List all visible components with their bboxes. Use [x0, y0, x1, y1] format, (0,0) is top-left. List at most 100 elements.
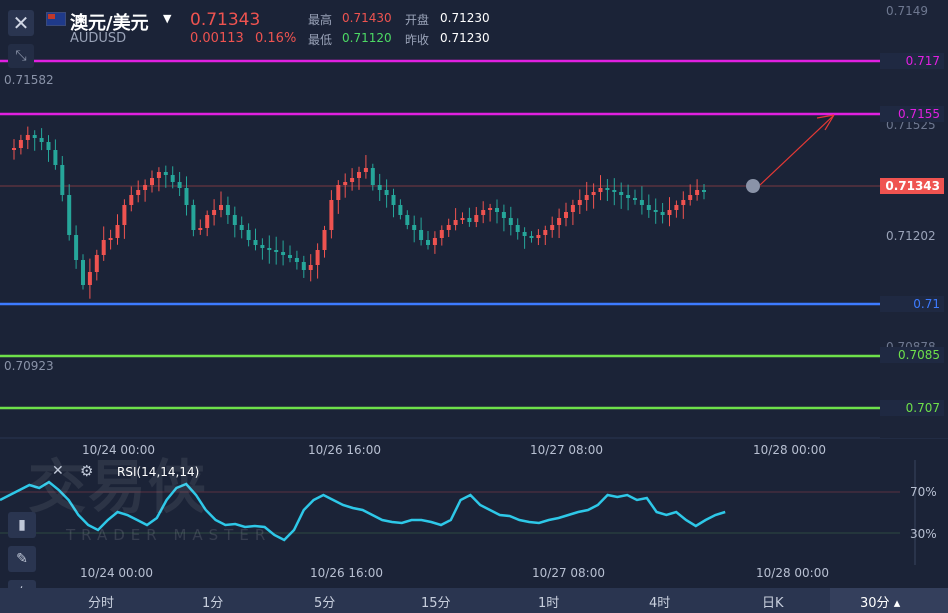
tf-5min[interactable]: 5分	[314, 592, 335, 611]
candle-body	[336, 185, 341, 200]
candle-body	[205, 215, 210, 228]
candle-body	[350, 178, 355, 182]
candle-body	[308, 265, 313, 270]
prev-close-label: 昨收	[405, 33, 430, 47]
candle-body	[150, 178, 154, 185]
tf-daily[interactable]: 日K	[762, 592, 784, 611]
candle-body	[550, 225, 555, 230]
candle-body	[384, 190, 389, 195]
current-price-tag: 0.71343	[880, 178, 944, 194]
candle-body	[398, 205, 403, 215]
candle-body	[370, 168, 375, 185]
price-tick-left: 0.70923	[4, 359, 54, 373]
rsi-time-label: 10/27 08:00	[532, 566, 605, 580]
last-price: 0.71343	[190, 10, 261, 30]
candle-body	[212, 210, 217, 215]
candle-body	[184, 188, 189, 205]
candle-body	[363, 168, 368, 172]
candle-body	[32, 135, 37, 138]
low-value: 0.71120	[342, 31, 392, 45]
candle-body	[115, 225, 120, 238]
candle-body	[619, 192, 624, 195]
candle-body	[108, 238, 113, 240]
candle-body	[74, 235, 79, 260]
tf-1h[interactable]: 1时	[538, 592, 559, 611]
time-axis-label: 10/27 08:00	[530, 443, 603, 457]
close-icon[interactable]: ✕	[8, 10, 34, 36]
candle-body	[67, 195, 72, 235]
line-label-07085[interactable]: 0.7085	[880, 347, 944, 363]
candle-body	[87, 272, 92, 285]
close-indicator-icon[interactable]: ✕	[52, 463, 64, 479]
line-label-07155[interactable]: 0.7155	[880, 106, 944, 122]
tf-15min[interactable]: 15分	[421, 592, 451, 611]
time-axis-label: 10/24 00:00	[82, 443, 155, 457]
candle-body	[570, 205, 575, 212]
high-value: 0.71430	[342, 11, 392, 25]
price-change-percent: 0.16%	[255, 31, 297, 46]
rsi-time-label: 10/24 00:00	[80, 566, 153, 580]
candle-body	[674, 205, 679, 210]
candle-body	[426, 240, 430, 245]
candle-body	[239, 225, 244, 230]
candle-body	[136, 190, 141, 195]
candle-body	[46, 142, 51, 150]
indicator-icon[interactable]: ▮	[8, 512, 36, 538]
candle-body	[301, 262, 306, 270]
prev-close-value: 0.71230	[440, 31, 490, 45]
tf-4h[interactable]: 4时	[649, 592, 670, 611]
candle-body	[156, 172, 161, 178]
time-axis-label: 10/26 16:00	[308, 443, 381, 457]
pencil-icon[interactable]: ✎	[8, 546, 36, 572]
candle-body	[612, 190, 617, 192]
candle-body	[488, 208, 493, 210]
candle-body	[660, 212, 665, 215]
candle-body	[315, 250, 320, 265]
candle-body	[191, 205, 196, 230]
chevron-down-icon[interactable]: ▼	[163, 12, 171, 25]
tf-30min[interactable]: 30分 ▴	[860, 592, 900, 611]
price-axis-tick: 0.71202	[886, 229, 936, 243]
line-label-0707[interactable]: 0.707	[880, 400, 944, 416]
candle-body	[653, 210, 658, 212]
candle-body	[591, 192, 596, 195]
candle-body	[246, 230, 251, 240]
candle-body	[405, 215, 410, 225]
candle-body	[536, 235, 541, 238]
shrink-icon[interactable]: ⤡	[8, 44, 34, 68]
candle-body	[515, 225, 520, 232]
line-label-071[interactable]: 0.71	[880, 296, 944, 312]
au-flag-icon	[46, 12, 66, 26]
candle-body	[232, 215, 237, 225]
candle-body	[281, 252, 286, 255]
candle-body	[163, 172, 168, 175]
candle-body	[294, 258, 299, 262]
candle-body	[267, 248, 272, 250]
candle-body	[53, 150, 58, 165]
candle-body	[432, 238, 437, 245]
candle-body	[557, 218, 562, 225]
rsi-level-30: 30%	[910, 527, 937, 541]
candle-body	[219, 205, 223, 210]
candle-body	[412, 225, 417, 230]
candle-body	[60, 165, 65, 195]
candle-body	[508, 218, 513, 225]
candle-body	[577, 200, 582, 205]
price-axis-tick: 0.7149	[886, 4, 928, 18]
candle-body	[681, 200, 686, 205]
candle-body	[12, 148, 16, 150]
candle-body	[605, 188, 610, 190]
candle-body	[143, 185, 148, 190]
candle-body	[377, 185, 382, 190]
candle-body	[564, 212, 568, 218]
candle-body	[495, 208, 499, 212]
settings-icon[interactable]: ⚙	[80, 462, 93, 480]
timeframe-bar: 分时 1分 5分 15分 1时 4时 日K 30分 ▴	[0, 588, 948, 613]
line-label-0717[interactable]: 0.717	[880, 53, 944, 69]
watermark-text: TRADER MASTER	[66, 526, 272, 544]
tf-1min[interactable]: 1分	[202, 592, 223, 611]
candle-body	[453, 220, 458, 225]
price-tick-left: 0.71582	[4, 73, 54, 87]
tf-tick[interactable]: 分时	[88, 592, 114, 611]
price-change: 0.00113	[190, 31, 244, 46]
